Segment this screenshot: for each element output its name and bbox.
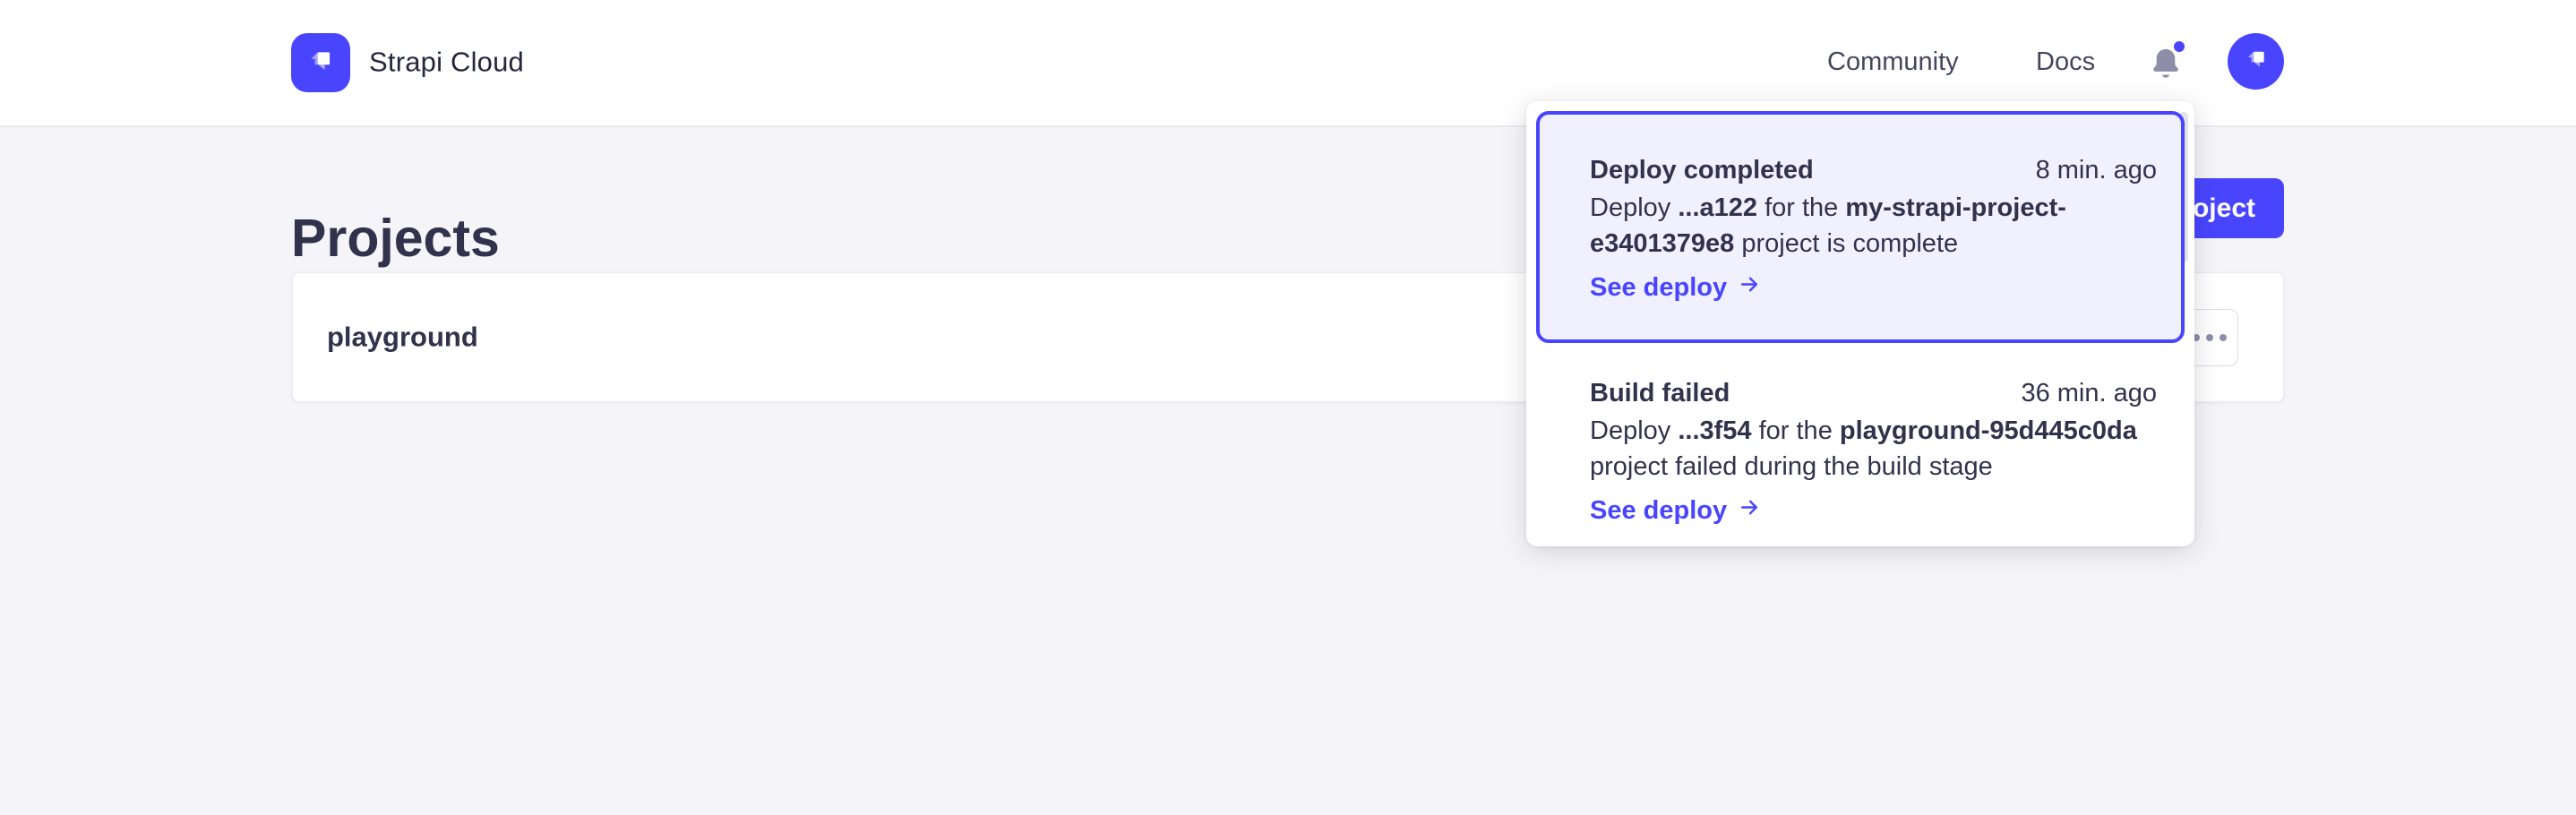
notification-title: Deploy completed	[1590, 152, 1814, 188]
notifications-popover: Deploy completed 8 min. ago Deploy ...a1…	[1526, 101, 2194, 546]
notification-body: Deploy ...a122 for the my-strapi-project…	[1590, 190, 2185, 262]
page-title: Projects	[291, 208, 500, 269]
notification-body: Deploy ...3f54 for the playground-95d445…	[1590, 413, 2185, 485]
strapi-cloud-screen: Strapi Cloud Community Docs	[0, 0, 2576, 815]
notification-time: 8 min. ago	[2036, 152, 2157, 188]
user-avatar[interactable]	[2228, 33, 2284, 90]
notification-item-build-failed[interactable]: Build failed 36 min. ago Deploy ...3f54 …	[1590, 375, 2157, 528]
see-deploy-link[interactable]: See deploy	[1590, 270, 2157, 305]
unread-dot	[2174, 41, 2185, 52]
notification-time: 36 min. ago	[2021, 375, 2157, 411]
strapi-logo[interactable]	[291, 33, 350, 92]
nav-link-docs[interactable]: Docs	[2036, 47, 2095, 77]
notification-title: Build failed	[1590, 375, 1730, 411]
ellipsis-icon	[2193, 334, 2227, 341]
arrow-right-icon	[1739, 493, 1761, 528]
strapi-logo-icon	[302, 42, 339, 84]
arrow-right-icon	[1739, 270, 1761, 305]
bell-icon	[2148, 71, 2184, 86]
notification-item-deploy-completed[interactable]: Deploy completed 8 min. ago Deploy ...a1…	[1536, 111, 2185, 343]
see-deploy-link[interactable]: See deploy	[1590, 493, 2157, 528]
avatar-icon	[2240, 43, 2272, 80]
brand-title: Strapi Cloud	[369, 46, 524, 78]
nav-link-community[interactable]: Community	[1827, 47, 1959, 77]
project-name: playground	[327, 321, 478, 353]
